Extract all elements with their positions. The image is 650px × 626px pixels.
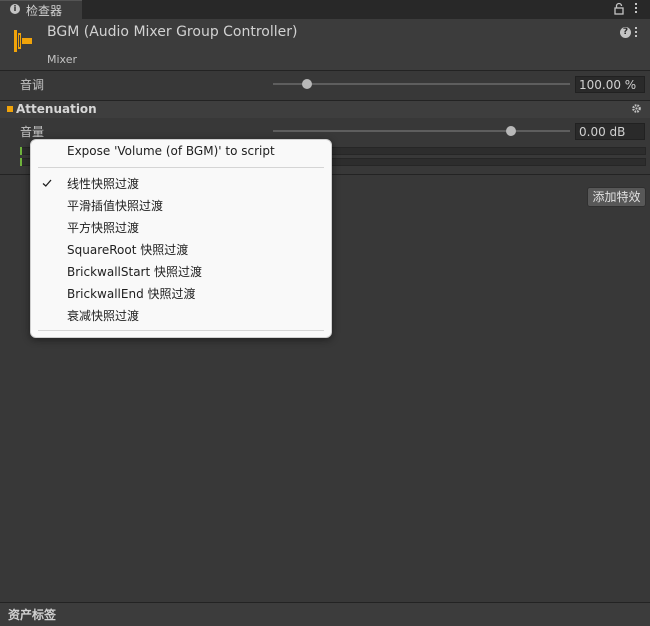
level-meter-right-fill	[20, 158, 22, 166]
pitch-slider-thumb[interactable]	[302, 79, 313, 89]
volume-slider-track[interactable]	[273, 130, 570, 132]
menu-item-linear-snapshot-transition[interactable]: 线性快照过渡	[67, 175, 139, 192]
attenuation-marker	[7, 106, 13, 112]
attenuation-title: Attenuation	[16, 102, 97, 116]
lock-icon[interactable]	[614, 2, 624, 15]
volume-slider-thumb[interactable]	[505, 126, 516, 136]
menu-item-smoothstep-snapshot-transition[interactable]: 平滑插值快照过渡	[67, 197, 163, 214]
gear-icon[interactable]	[631, 103, 642, 114]
menu-item-squareroot-snapshot-transition[interactable]: SquareRoot 快照过渡	[67, 241, 188, 258]
tab-menu-kebab-icon[interactable]	[634, 3, 638, 15]
component-title: BGM (Audio Mixer Group Controller)	[47, 24, 298, 40]
info-icon: i	[10, 4, 20, 14]
component-subtitle: Mixer	[47, 53, 78, 66]
tab-inspector-label: 检查器	[26, 4, 63, 18]
menu-item-attenuation-snapshot-transition[interactable]: 衰减快照过渡	[67, 307, 139, 324]
asset-labels-title[interactable]: 资产标签	[8, 606, 56, 623]
level-meter-left-fill	[20, 147, 22, 155]
attenuation-header[interactable]	[0, 101, 650, 118]
audio-mixer-group-icon	[14, 29, 34, 53]
asset-labels-bar	[0, 602, 650, 626]
tab-bar	[0, 0, 650, 19]
menu-item-brickwallend-snapshot-transition[interactable]: BrickwallEnd 快照过渡	[67, 285, 196, 302]
volume-value-field[interactable]: 0.00 dB	[575, 123, 645, 140]
add-effect-button[interactable]: 添加特效	[587, 187, 646, 207]
pitch-value-field[interactable]: 100.00 %	[575, 76, 645, 93]
menu-item-brickwallstart-snapshot-transition[interactable]: BrickwallStart 快照过渡	[67, 263, 202, 280]
menu-item-squared-snapshot-transition[interactable]: 平方快照过渡	[67, 219, 139, 236]
volume-label: 音量	[20, 125, 45, 139]
pitch-label: 音调	[20, 78, 45, 92]
check-icon	[41, 177, 53, 189]
menu-separator	[38, 330, 324, 331]
menu-separator	[38, 167, 324, 168]
component-menu-kebab-icon[interactable]	[634, 27, 638, 39]
pitch-slider-track[interactable]	[273, 83, 570, 85]
help-icon[interactable]: ?	[620, 27, 631, 38]
menu-item-expose-volume[interactable]: Expose 'Volume (of BGM)' to script	[67, 144, 275, 158]
